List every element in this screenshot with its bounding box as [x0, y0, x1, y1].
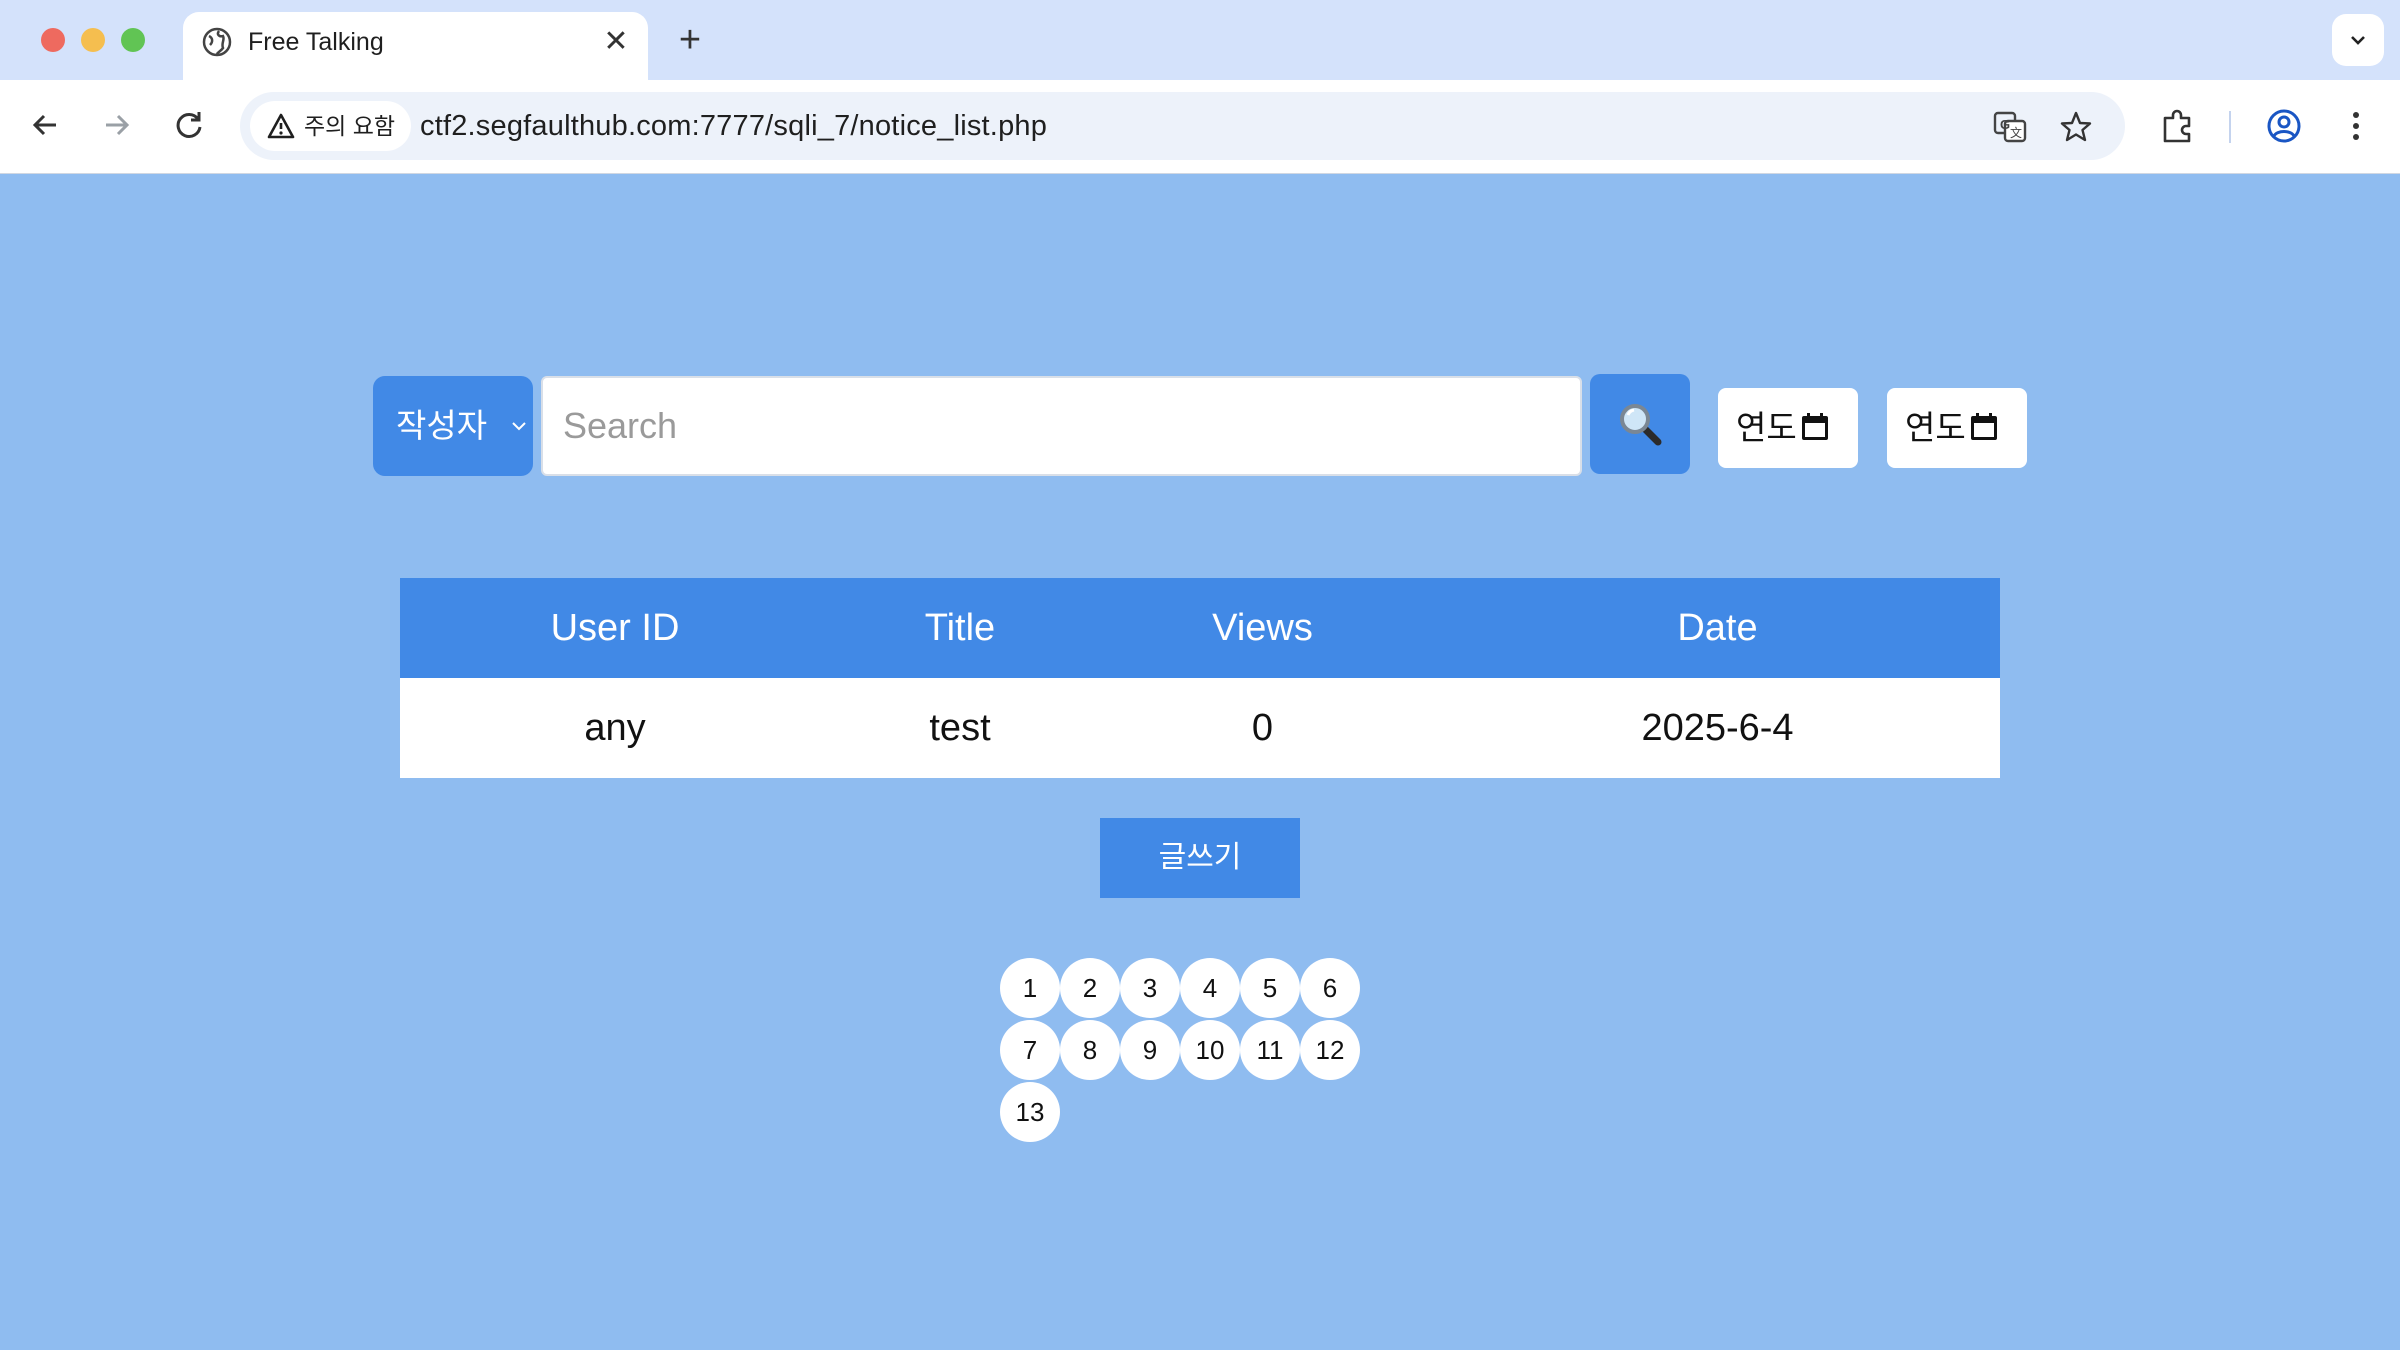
page-link-4[interactable]: 4: [1180, 958, 1240, 1018]
browser-tab[interactable]: Free Talking ✕: [183, 12, 648, 80]
page-link-12[interactable]: 12: [1300, 1020, 1360, 1080]
write-post-button[interactable]: 글쓰기: [1100, 818, 1300, 898]
profile-avatar-icon[interactable]: [2262, 104, 2306, 148]
magnifier-icon: [1620, 404, 1662, 446]
page-link-2[interactable]: 2: [1060, 958, 1120, 1018]
window-maximize-button[interactable]: [121, 28, 145, 52]
svg-text:G: G: [2000, 117, 2010, 132]
table-row[interactable]: any test 0 2025-6-4: [400, 678, 2000, 778]
search-field-select[interactable]: 작성자: [373, 376, 533, 476]
bookmark-star-icon[interactable]: [2058, 109, 2094, 145]
column-header-views: Views: [1090, 578, 1435, 678]
chevron-down-icon: [512, 422, 526, 431]
search-button[interactable]: [1590, 374, 1690, 474]
security-warning-chip[interactable]: 주의 요함: [250, 101, 412, 151]
url-text[interactable]: ctf2.segfaulthub.com:7777/sqli_7/notice_…: [420, 92, 1047, 160]
forward-button[interactable]: [96, 104, 138, 146]
tab-close-icon[interactable]: ✕: [600, 26, 632, 58]
cell-views: 0: [1090, 678, 1435, 778]
extensions-puzzle-icon[interactable]: [2156, 104, 2200, 148]
year-to-date-input[interactable]: 연도: [1887, 388, 2027, 468]
page-link-5[interactable]: 5: [1240, 958, 1300, 1018]
search-field-select-value: 작성자: [396, 407, 488, 444]
cell-title[interactable]: test: [830, 678, 1090, 778]
translate-icon[interactable]: G 文: [1992, 109, 2028, 145]
calendar-icon[interactable]: [1969, 412, 1999, 442]
arrow-right-icon: [106, 114, 130, 136]
cell-date: 2025-6-4: [1435, 678, 2000, 778]
cell-user-id: any: [400, 678, 830, 778]
reload-icon: [176, 112, 202, 138]
tab-search-button[interactable]: [2332, 14, 2384, 66]
page-link-8[interactable]: 8: [1060, 1020, 1120, 1080]
year-from-label: 연도: [1736, 409, 1797, 446]
page-link-10[interactable]: 10: [1180, 1020, 1240, 1080]
pagination: 1 2 3 4 5 6 7 8 9 10 11 12 13: [1000, 958, 1360, 1142]
page-link-13[interactable]: 13: [1000, 1082, 1060, 1142]
reload-button[interactable]: [168, 104, 210, 146]
search-input[interactable]: [541, 376, 1582, 476]
more-vert-icon[interactable]: [2334, 104, 2378, 148]
column-header-title: Title: [830, 578, 1090, 678]
address-bar[interactable]: 주의 요함 ctf2.segfaulthub.com:7777/sqli_7/n…: [240, 92, 2125, 160]
browser-toolbar: 주의 요함 ctf2.segfaulthub.com:7777/sqli_7/n…: [0, 80, 2400, 174]
browser-tab-strip: Free Talking ✕ +: [0, 0, 2400, 80]
page-link-1[interactable]: 1: [1000, 958, 1060, 1018]
window-close-button[interactable]: [41, 28, 65, 52]
tab-title: Free Talking: [248, 28, 384, 56]
year-from-date-input[interactable]: 연도: [1718, 388, 1858, 468]
new-tab-button[interactable]: +: [672, 21, 708, 59]
column-header-user-id: User ID: [400, 578, 830, 678]
warning-icon: [267, 113, 295, 139]
page-link-9[interactable]: 9: [1120, 1020, 1180, 1080]
back-button[interactable]: [24, 104, 66, 146]
toolbar-divider: [2229, 111, 2231, 143]
window-minimize-button[interactable]: [81, 28, 105, 52]
calendar-icon[interactable]: [1800, 412, 1830, 442]
security-label: 주의 요함: [304, 113, 396, 139]
globe-icon: [202, 27, 232, 57]
page-link-3[interactable]: 3: [1120, 958, 1180, 1018]
page-link-11[interactable]: 11: [1240, 1020, 1300, 1080]
page-link-7[interactable]: 7: [1000, 1020, 1060, 1080]
svg-text:文: 文: [2010, 125, 2022, 140]
year-to-label: 연도: [1905, 409, 1966, 446]
table-header-row: User ID Title Views Date: [400, 578, 2000, 678]
arrow-left-icon: [32, 114, 56, 136]
chevron-down-icon: [2351, 36, 2365, 45]
column-header-date: Date: [1435, 578, 2000, 678]
page-link-6[interactable]: 6: [1300, 958, 1360, 1018]
notice-table: User ID Title Views Date any test 0 2025…: [400, 578, 2000, 778]
